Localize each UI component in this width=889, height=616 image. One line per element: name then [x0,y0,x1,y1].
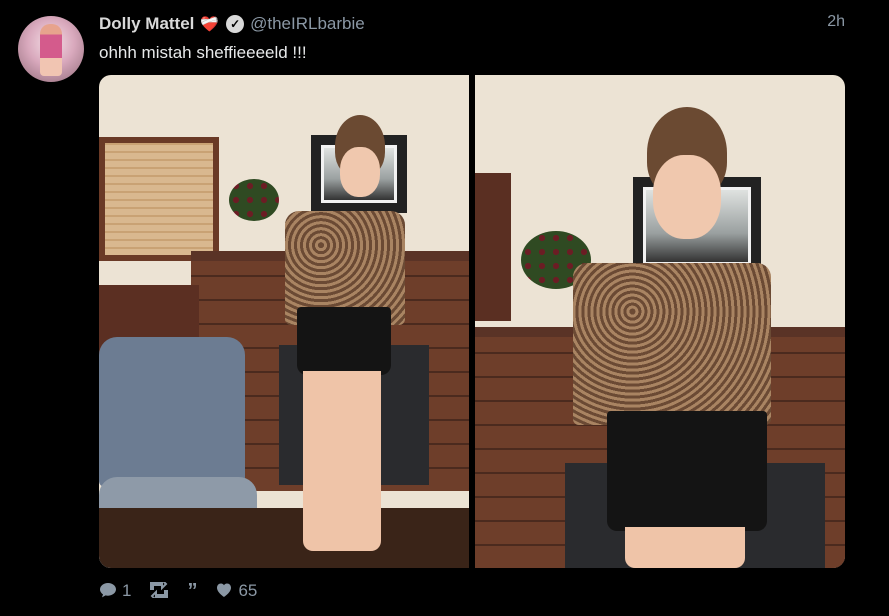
floor [99,508,469,568]
flower-vase [229,179,279,221]
like-count: 65 [238,581,258,600]
verified-check-icon: ✓ [226,15,245,33]
retweet-icon [149,577,169,602]
photo-1[interactable] [99,75,469,568]
name-emoji: ❤️‍🩹 [200,16,221,33]
photo-2[interactable] [475,75,845,568]
doorframe [475,173,511,321]
reply-button[interactable]: 1 [99,581,131,601]
avatar[interactable] [18,16,84,82]
tweet-header: Dolly Mattel ❤️‍🩹 ✓ @theIRLbarbie [99,12,365,36]
retweet-button[interactable] [149,577,169,602]
avatar-figure [40,24,62,76]
speech-bubble-icon [99,582,117,601]
display-name[interactable]: Dolly Mattel [99,14,194,34]
couch [99,337,245,487]
window [99,137,219,261]
timestamp[interactable]: 2h [827,13,845,31]
quote-button[interactable]: ” [187,581,197,601]
heart-icon [215,582,233,601]
tweet-text: ohhh mistah sheffieeeeld !!! [99,43,307,62]
reply-count: 1 [122,581,132,600]
media-grid [99,75,845,568]
tweet-actions: 1 ” 65 [99,577,257,603]
quote-icon: ” [187,580,198,602]
like-button[interactable]: 65 [215,581,257,601]
user-handle[interactable]: @theIRLbarbie [250,14,365,34]
